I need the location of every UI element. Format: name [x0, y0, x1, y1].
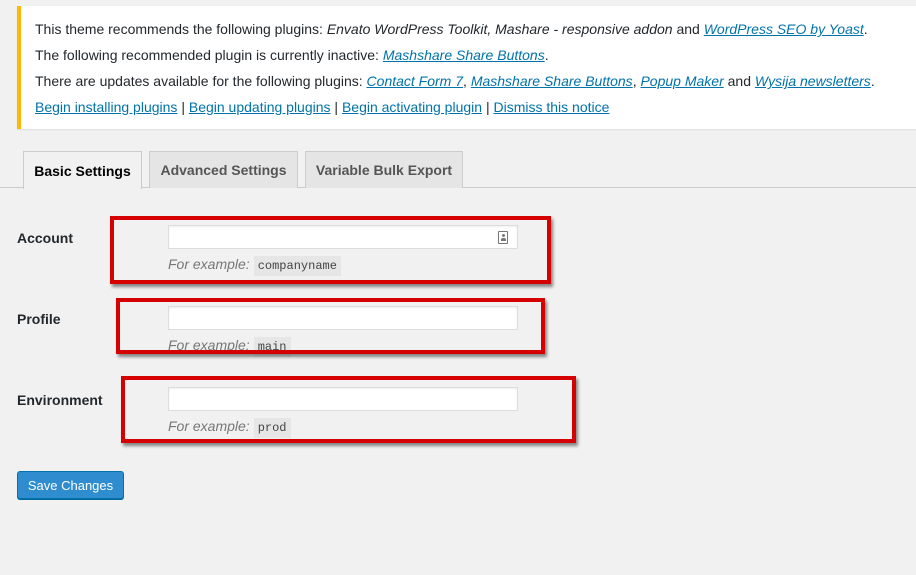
- begin-activating-link[interactable]: Begin activating plugin: [342, 99, 482, 115]
- mashshare-update-link[interactable]: Mashshare Share Buttons: [471, 73, 633, 89]
- begin-updating-link[interactable]: Begin updating plugins: [189, 99, 331, 115]
- contact-form-7-link[interactable]: Contact Form 7: [367, 73, 463, 89]
- tab-advanced-settings[interactable]: Advanced Settings: [149, 151, 298, 188]
- dismiss-notice-link[interactable]: Dismiss this notice: [493, 99, 609, 115]
- notice-line-updates: There are updates available for the foll…: [35, 73, 875, 89]
- tab-variable-bulk-export[interactable]: Variable Bulk Export: [305, 151, 463, 188]
- settings-tabs: Basic Settings Advanced Settings Variabl…: [0, 151, 916, 189]
- save-changes-button[interactable]: Save Changes: [17, 471, 124, 499]
- notice-line-inactive: The following recommended plugin is curr…: [35, 47, 549, 63]
- highlight-box-account: [110, 216, 551, 284]
- wordpress-seo-link[interactable]: WordPress SEO by Yoast: [704, 21, 864, 37]
- account-label: Account: [17, 230, 73, 246]
- notice-line-recommends: This theme recommends the following plug…: [35, 21, 868, 37]
- tab-basic-settings[interactable]: Basic Settings: [23, 151, 142, 189]
- wysija-newsletters-link[interactable]: Wysija newsletters: [755, 73, 871, 89]
- highlight-box-profile: [116, 298, 545, 354]
- popup-maker-link[interactable]: Popup Maker: [640, 73, 723, 89]
- recommended-plugins-text: Envato WordPress Toolkit, Mashare - resp…: [326, 21, 673, 37]
- plugin-notice: This theme recommends the following plug…: [17, 6, 916, 129]
- environment-label: Environment: [17, 392, 103, 408]
- notice-actions: Begin installing plugins | Begin updatin…: [35, 99, 610, 115]
- begin-installing-link[interactable]: Begin installing plugins: [35, 99, 177, 115]
- highlight-box-environment: [121, 376, 576, 443]
- mashshare-inactive-link[interactable]: Mashshare Share Buttons: [383, 47, 545, 63]
- profile-label: Profile: [17, 311, 61, 327]
